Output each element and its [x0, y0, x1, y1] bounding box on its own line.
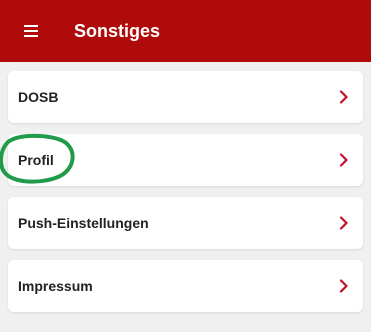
list-item-push-einstellungen[interactable]: Push-Einstellungen [8, 197, 363, 249]
menu-button[interactable] [0, 0, 62, 62]
app-bar: Sonstiges [0, 0, 371, 62]
chevron-right-icon [339, 153, 349, 167]
hamburger-menu-icon [24, 25, 38, 37]
list-item-label: Profil [18, 152, 54, 168]
list-item-label: Impressum [18, 278, 93, 294]
list-item-label: Push-Einstellungen [18, 215, 149, 231]
chevron-right-icon [339, 90, 349, 104]
chevron-right-icon [339, 216, 349, 230]
list-item-profil[interactable]: Profil [8, 134, 363, 186]
list-item-impressum[interactable]: Impressum [8, 260, 363, 312]
list-item-dosb[interactable]: DOSB [8, 71, 363, 123]
chevron-right-icon [339, 279, 349, 293]
page-title: Sonstiges [74, 20, 161, 41]
list-item-label: DOSB [18, 89, 59, 105]
